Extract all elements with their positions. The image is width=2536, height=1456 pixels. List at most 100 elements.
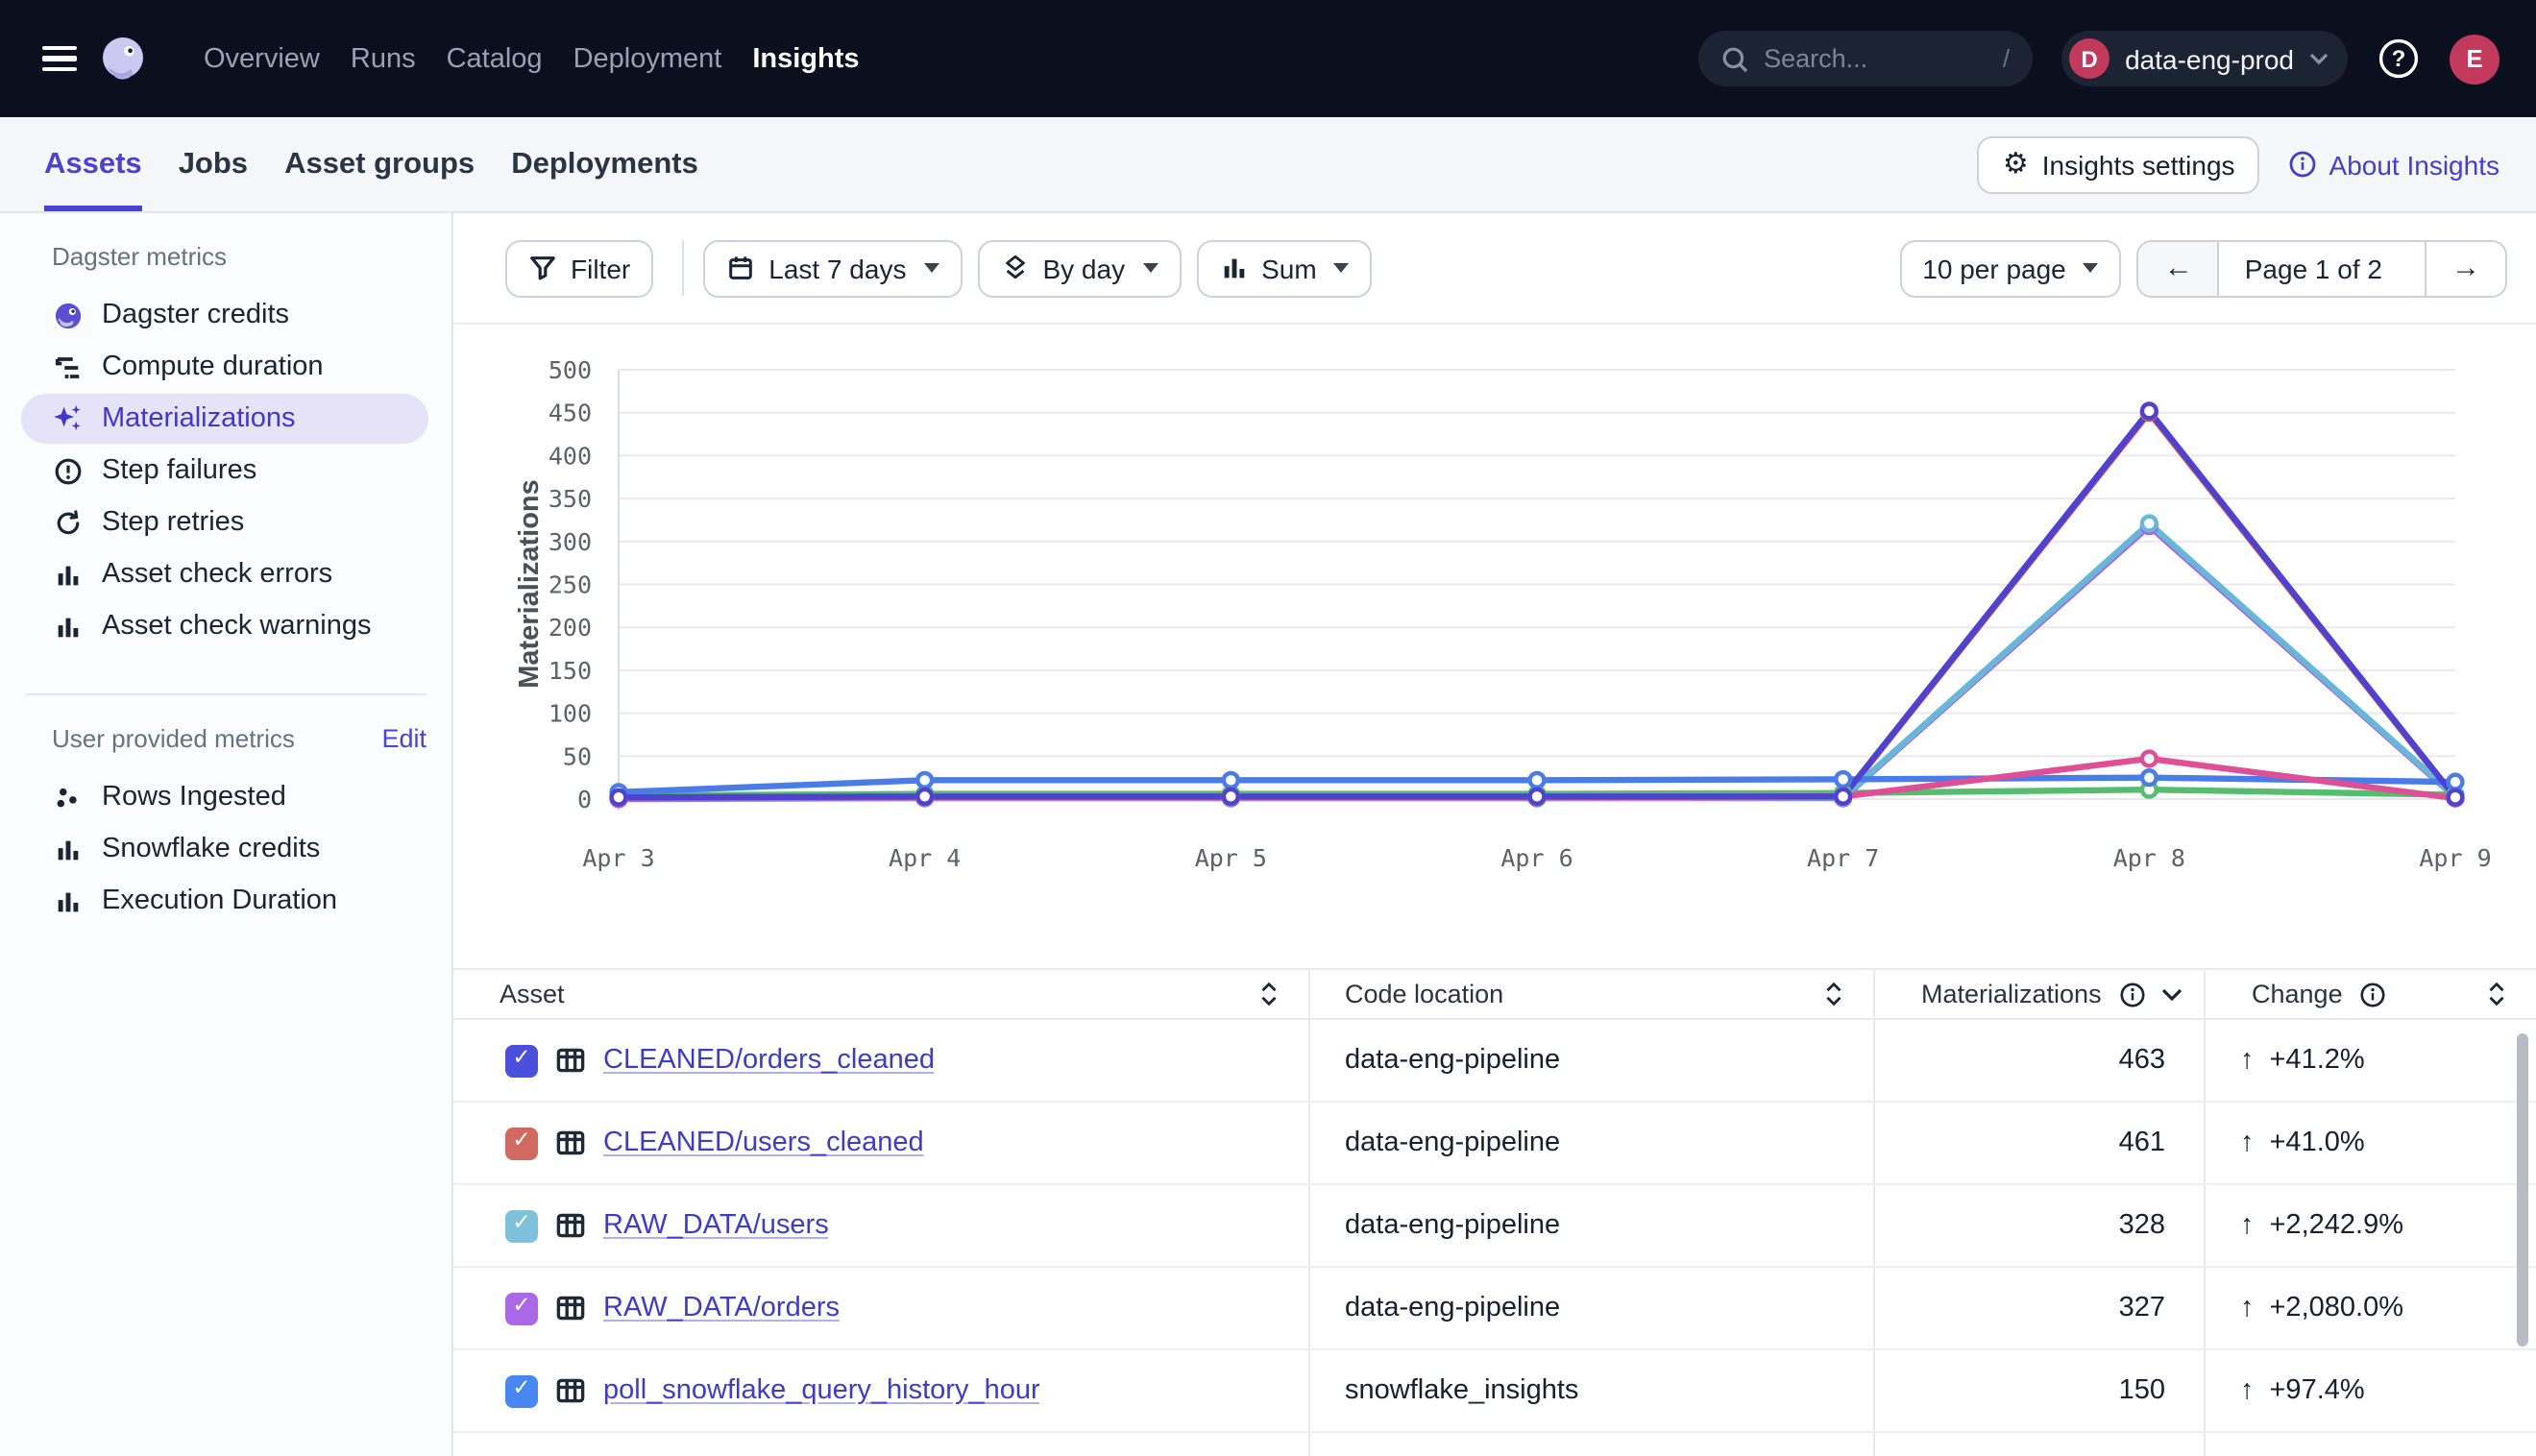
search-input[interactable]: Search... / [1698,31,2033,86]
nav-link-catalog[interactable]: Catalog [447,36,543,82]
top-nav: Overview Runs Catalog Deployment Insights Se… [0,0,2536,117]
hamburger-menu-icon[interactable] [42,46,77,71]
sort-icon[interactable] [1256,980,1281,1008]
nav-link-overview[interactable]: Overview [204,36,320,82]
tab-deployments[interactable]: Deployments [511,117,698,211]
search-shortcut-hint: / [2003,44,2010,73]
svg-text:Materializations: Materializations [514,479,545,689]
svg-text:50: 50 [563,742,592,770]
tab-assets[interactable]: Assets [44,117,142,211]
nav-link-deployment[interactable]: Deployment [573,36,722,82]
nav-right-cluster: Search... / D data-eng-prod ? E [1698,31,2499,86]
sidebar-item-label: Execution Duration [102,886,337,916]
sidebar-item-dagster-credits[interactable]: Dagster credits [21,290,428,340]
svg-text:?: ? [2392,46,2406,72]
sidebar-item-step-failures[interactable]: Step failures [21,446,428,496]
code-location-value: data-eng-pipeline [1345,1210,1560,1241]
sidebar-item-label: Asset check warnings [102,611,371,642]
arrow-up-icon: ↑ [2240,1293,2255,1323]
column-header-asset[interactable]: Asset [453,970,1310,1018]
sidebar-item-asset-check-errors[interactable]: Asset check errors [21,549,428,599]
asset-link[interactable]: poll_snowflake_query_history_hour [603,1375,1040,1406]
materializations-line-chart: 050100150200250300350400450500Apr 3Apr 4… [453,342,2536,891]
svg-text:200: 200 [549,614,592,642]
svg-text:500: 500 [549,356,592,384]
info-icon[interactable] [2360,981,2387,1007]
sidebar-item-asset-check-warnings[interactable]: Asset check warnings [21,601,428,651]
row-checkbox[interactable]: ✓ [505,1127,538,1159]
about-insights-label: About Insights [2329,149,2499,180]
per-page-dropdown[interactable]: 10 per page [1899,239,2121,297]
table-row: ✓ CLEANED/users_cleaned data-eng-pipeline 4… [453,1103,2536,1185]
workspace-badge: D [2069,38,2109,79]
sort-icon[interactable] [2484,980,2509,1008]
assets-table: Asset Code location Materializations [453,968,2536,1456]
arrow-left-icon: ← [2164,252,2193,284]
scrollbar-thumb[interactable] [2517,1033,2528,1347]
code-location-value: data-eng-pipeline [1345,1128,1560,1158]
chart-controls: Filter Last 7 days By day Sum 10 per pag… [453,213,2536,325]
caret-down-icon [923,263,939,273]
pagination-group: ← Page 1 of 2 → [2137,239,2507,297]
sidebar-item-materializations[interactable]: Materializations [21,394,428,444]
column-header-code-location[interactable]: Code location [1310,970,1875,1018]
asset-link[interactable]: RAW_DATA/users [603,1210,829,1241]
tab-asset-groups[interactable]: Asset groups [284,117,475,211]
asset-link[interactable]: CLEANED/orders_cleaned [603,1045,935,1076]
sidebar-item-rows-ingested[interactable]: Rows Ingested [21,772,428,822]
user-avatar[interactable]: E [2450,34,2499,84]
code-location-column-label: Code location [1345,980,1503,1008]
nav-link-runs[interactable]: Runs [351,36,416,82]
materializations-value: 461 [2119,1128,2204,1158]
materializations-value: 327 [2119,1293,2204,1323]
column-header-materializations[interactable]: Materializations [1875,970,2206,1018]
filter-button[interactable]: Filter [505,239,653,297]
sidebar-item-execution-duration[interactable]: Execution Duration [21,876,428,926]
caret-down-icon [1334,263,1350,273]
edit-metrics-link[interactable]: Edit [381,723,427,752]
workspace-switcher[interactable]: D data-eng-prod [2061,31,2348,86]
svg-text:Apr 7: Apr 7 [1807,844,1879,872]
insights-settings-button[interactable]: ⚙ Insights settings [1978,135,2260,193]
nav-link-insights[interactable]: Insights [752,36,859,82]
sort-icon[interactable] [1821,980,1846,1008]
tab-jobs[interactable]: Jobs [179,117,248,211]
table-row: ✓CLEANED/orders_cleaneddata-eng-pipeline… [453,1020,2536,1103]
chevron-down-icon [2309,52,2329,65]
sidebar-item-snowflake-credits[interactable]: Snowflake credits [21,824,428,874]
aggregation-dropdown[interactable]: Sum [1196,239,1373,297]
materializations-column-label: Materializations [1921,980,2102,1008]
gear-icon: ⚙ [2003,150,2029,179]
check-icon: ✓ [512,1298,530,1320]
chevron-down-icon[interactable] [2161,986,2182,1002]
insights-settings-label: Insights settings [2042,149,2235,180]
next-page-button[interactable]: → [2425,241,2505,295]
materializations-value: 463 [2119,1045,2204,1076]
svg-text:0: 0 [577,786,592,813]
date-range-dropdown[interactable]: Last 7 days [703,239,962,297]
page-selector[interactable]: Page 1 of 2 [2218,241,2425,295]
row-checkbox[interactable]: ✓ [505,1209,538,1242]
sidebar-section-title: Dagster metrics [52,241,227,270]
bar-chart-icon [52,611,83,642]
column-header-change[interactable]: Change [2206,970,2536,1018]
asset-link[interactable]: RAW_DATA/orders [603,1293,840,1323]
help-icon[interactable]: ? [2377,36,2421,81]
row-checkbox[interactable]: ✓ [505,1044,538,1077]
about-insights-link[interactable]: About Insights [2289,149,2499,180]
svg-text:350: 350 [549,485,592,513]
sidebar-item-label: Dagster credits [102,300,289,330]
page-label: Page 1 of 2 [2245,253,2382,283]
table-asset-icon [555,1375,586,1406]
previous-page-button[interactable]: ← [2139,241,2218,295]
row-checkbox[interactable]: ✓ [505,1292,538,1324]
sidebar-divider [25,693,427,695]
asset-link[interactable]: CLEANED/users_cleaned [603,1128,924,1158]
info-icon[interactable] [2119,981,2146,1007]
table-asset-icon [555,1210,586,1241]
row-checkbox[interactable]: ✓ [505,1374,538,1407]
sidebar-item-step-retries[interactable]: Step retries [21,497,428,547]
arrow-up-icon: ↑ [2240,1045,2255,1076]
granularity-dropdown[interactable]: By day [977,239,1181,297]
sidebar-item-compute-duration[interactable]: Compute duration [21,342,428,392]
